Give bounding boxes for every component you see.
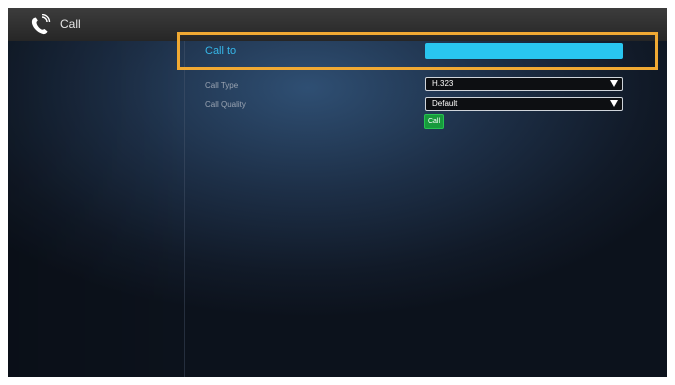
call-quality-select[interactable]: Default: [425, 97, 623, 111]
call-type-select[interactable]: H.323: [425, 77, 623, 91]
call-type-label: Call Type: [205, 81, 239, 90]
window-title: Call: [60, 17, 81, 31]
call-quality-value: Default: [432, 99, 458, 108]
dropdown-arrow-icon: [610, 80, 618, 87]
dropdown-arrow-icon: [610, 100, 618, 107]
sidebar-panel: [8, 41, 185, 377]
call-quality-label: Call Quality: [205, 100, 246, 109]
phone-ringing-icon: [31, 14, 51, 35]
call-type-value: H.323: [432, 79, 454, 88]
call-to-input[interactable]: [425, 43, 623, 59]
call-to-label: Call to: [205, 45, 237, 57]
call-button[interactable]: Call: [424, 114, 444, 129]
